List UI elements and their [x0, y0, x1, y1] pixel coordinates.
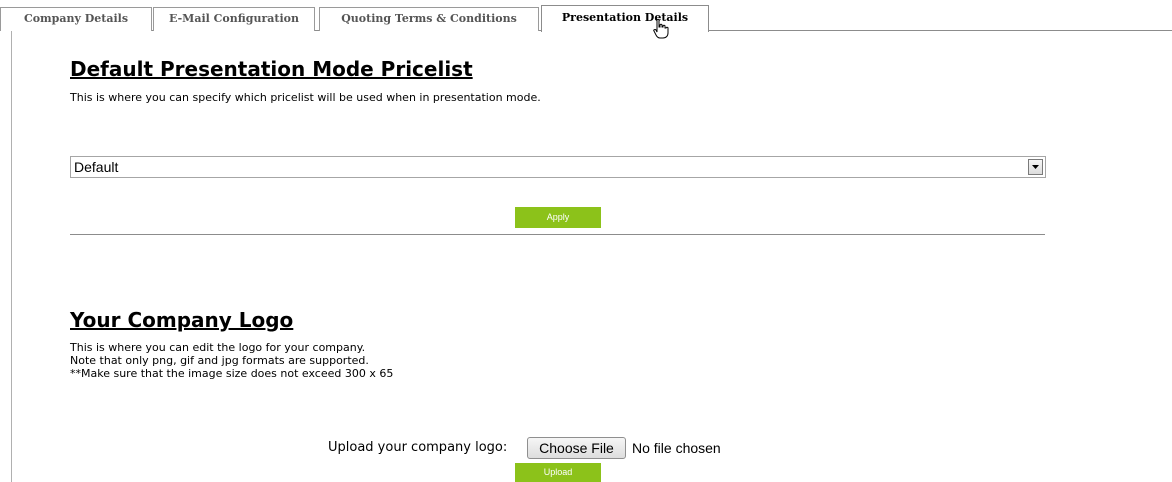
upload-logo-label: Upload your company logo: — [328, 440, 508, 455]
tab-presentation-details[interactable]: Presentation Details — [541, 5, 709, 32]
no-file-chosen-text: No file chosen — [632, 440, 721, 456]
pricelist-section-title: Default Presentation Mode Pricelist — [70, 57, 473, 81]
apply-button[interactable]: Apply — [515, 207, 601, 228]
tab-bar: Company Details E-Mail Configuration Quo… — [0, 0, 1172, 32]
logo-description-line-1: This is where you can edit the logo for … — [70, 341, 366, 354]
section-divider — [70, 234, 1045, 235]
pricelist-select-value: Default — [74, 159, 119, 175]
logo-description-line-2: Note that only png, gif and jpg formats … — [70, 354, 369, 367]
tab-company-details[interactable]: Company Details — [0, 7, 152, 31]
chevron-down-icon[interactable] — [1028, 159, 1043, 175]
upload-button[interactable]: Upload — [515, 463, 601, 482]
tab-email-configuration[interactable]: E-Mail Configuration — [153, 7, 315, 31]
pricelist-section-description: This is where you can specify which pric… — [70, 91, 541, 104]
tab-quoting-terms-conditions[interactable]: Quoting Terms & Conditions — [319, 7, 539, 31]
content-border — [11, 31, 12, 482]
logo-description-line-3: **Make sure that the image size does not… — [70, 367, 394, 380]
pricelist-select[interactable]: Default — [70, 156, 1046, 178]
logo-section-title: Your Company Logo — [70, 308, 294, 332]
choose-file-button[interactable]: Choose File — [527, 437, 626, 459]
hand-cursor-icon — [653, 19, 669, 39]
